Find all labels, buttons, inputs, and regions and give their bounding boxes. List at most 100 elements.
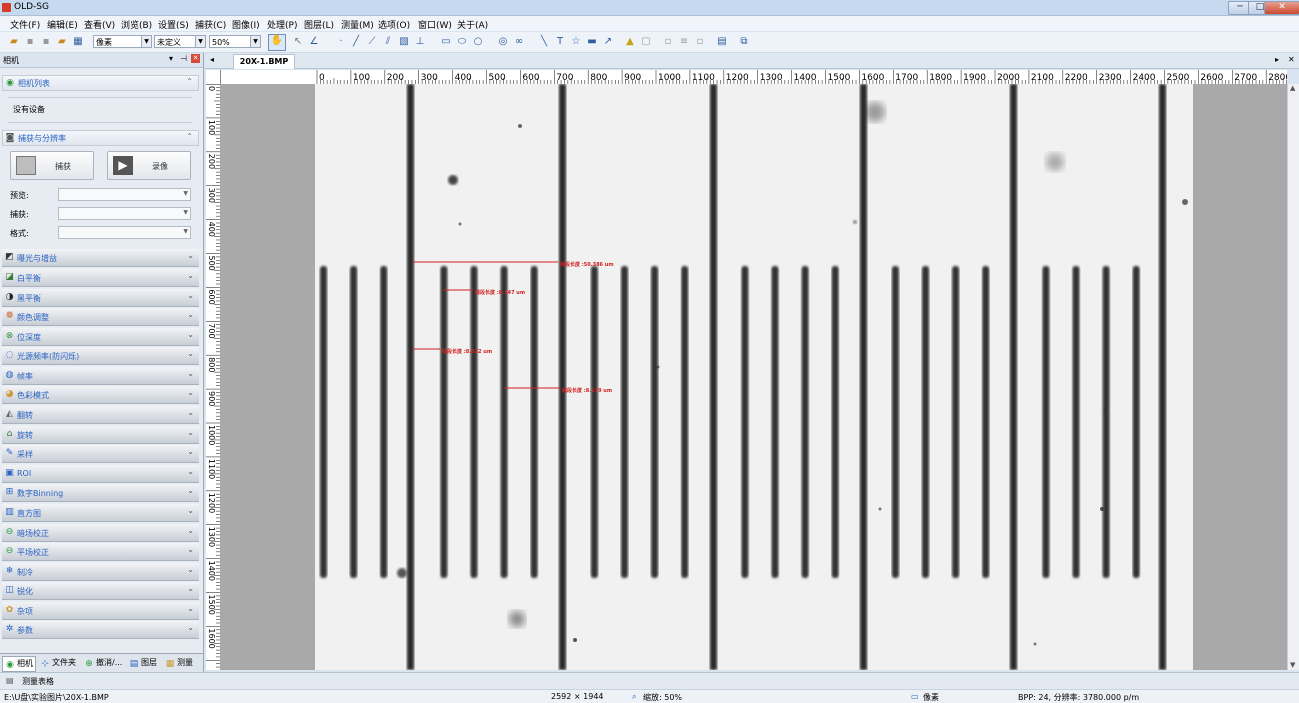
item-flip[interactable]: ◭ 翻转 ⌄: [2, 406, 199, 424]
pin-icon[interactable]: ⊣: [180, 54, 187, 63]
item-white-balance[interactable]: ◪ 白平衡 ⌄: [2, 269, 199, 287]
tab-close-icon[interactable]: ✕: [1288, 55, 1295, 64]
expand-icon[interactable]: ⌄: [187, 271, 194, 280]
menu-edit[interactable]: 编辑(E): [47, 18, 78, 31]
circle-icon[interactable]: ○: [472, 36, 484, 48]
open-folder-icon[interactable]: ▰: [8, 36, 20, 48]
expand-icon[interactable]: ⌄: [187, 623, 194, 632]
menu-process[interactable]: 处理(P): [267, 18, 297, 31]
angle-icon[interactable]: ∠: [308, 36, 320, 48]
line-icon[interactable]: ╱: [350, 36, 362, 48]
expand-icon[interactable]: ⌄: [187, 408, 194, 417]
menu-capture[interactable]: 捕获(C): [195, 18, 226, 31]
expand-icon[interactable]: ⌄: [187, 310, 194, 319]
capture-button[interactable]: 捕获: [10, 151, 94, 180]
menu-about[interactable]: 关于(A): [457, 18, 488, 31]
perpendicular-icon[interactable]: ⊥: [414, 36, 426, 48]
export-icon[interactable]: ▫: [694, 36, 706, 48]
menu-browse[interactable]: 浏览(B): [121, 18, 152, 31]
zoom-select[interactable]: 50% ▼: [209, 35, 261, 48]
save-icon[interactable]: ▪: [24, 36, 36, 48]
tab-undo[interactable]: ⊕ 撤消/...: [84, 656, 122, 670]
document-tab[interactable]: 20X-1.BMP: [233, 54, 295, 69]
item-exposure[interactable]: ◩ 曝光与增益 ⌄: [2, 249, 199, 267]
preview-combo[interactable]: ▼: [58, 188, 191, 201]
close-button[interactable]: ✕: [1264, 1, 1299, 15]
concentric-circle-icon[interactable]: ◎: [497, 36, 509, 48]
label-icon[interactable]: ▲: [624, 36, 636, 48]
item-roi[interactable]: ▣ ROI ⌄: [2, 465, 199, 483]
format-combo[interactable]: ▼: [58, 226, 191, 239]
select-arrow-icon[interactable]: ↖: [292, 36, 304, 48]
item-sampling[interactable]: ✎ 采样 ⌄: [2, 445, 199, 463]
menu-window[interactable]: 窗口(W): [418, 18, 452, 31]
item-rotate[interactable]: ⌂ 旋转 ⌄: [2, 426, 199, 444]
layout-icon[interactable]: ⧉: [738, 36, 750, 48]
micrometer-image[interactable]: 线段长度 :50.386 um 线段长度 :8.147 um 线段长度 :8.0…: [315, 84, 1193, 670]
align-icon[interactable]: ≡: [678, 36, 690, 48]
tab-layer[interactable]: ▤ 图层: [129, 656, 157, 670]
expand-icon[interactable]: ⌄: [187, 506, 194, 515]
arrow-icon[interactable]: ↗: [602, 36, 614, 48]
item-bit-depth[interactable]: ⊗ 位深度 ⌄: [2, 328, 199, 346]
item-digital-binning[interactable]: ⊞ 数字Binning ⌄: [2, 484, 199, 502]
item-parameters[interactable]: ✲ 参数 ⌄: [2, 621, 199, 639]
menu-options[interactable]: 选项(O): [378, 18, 410, 31]
vertical-scrollbar[interactable]: ▲ ▼: [1287, 84, 1299, 670]
item-color-adjust[interactable]: ❁ 颜色调整 ⌄: [2, 308, 199, 326]
capture-resolution-combo[interactable]: ▼: [58, 207, 191, 220]
point-icon[interactable]: ·: [335, 36, 347, 48]
tab-folder[interactable]: ⊹ 文件夹: [40, 656, 76, 670]
rectangle-icon[interactable]: ▭: [440, 36, 452, 48]
parallel-icon[interactable]: ⫽: [382, 36, 394, 48]
hand-icon[interactable]: ✋: [268, 34, 286, 51]
item-dark-field[interactable]: ⊖ 暗场校正 ⌄: [2, 524, 199, 542]
unit-select[interactable]: 像素 ▼: [93, 35, 152, 48]
expand-icon[interactable]: ⌄: [187, 428, 194, 437]
item-misc[interactable]: ✿ 杂项 ⌄: [2, 602, 199, 620]
expand-icon[interactable]: ⌄: [187, 330, 194, 339]
item-flat-field[interactable]: ⊖ 平场校正 ⌄: [2, 543, 199, 561]
item-frame-rate[interactable]: ◍ 帧率 ⌄: [2, 367, 199, 385]
camera-list-header[interactable]: ◉ 相机列表 ⌃: [2, 75, 199, 91]
expand-icon[interactable]: ⌄: [187, 584, 194, 593]
item-histogram[interactable]: ▥ 直方图 ⌄: [2, 504, 199, 522]
tab-scroll-right-icon[interactable]: ▸: [1275, 55, 1279, 64]
expand-icon[interactable]: ⌄: [187, 388, 194, 397]
panel-close-icon[interactable]: ✕: [191, 54, 200, 63]
folder-icon[interactable]: ▰: [56, 36, 68, 48]
save-all-icon[interactable]: ▪: [40, 36, 52, 48]
measure-table-tab[interactable]: 测量表格: [22, 676, 54, 687]
item-light-frequency[interactable]: ◌ 光源频率(防闪烁) ⌄: [2, 347, 199, 365]
expand-icon[interactable]: ⌄: [187, 251, 194, 260]
menu-settings[interactable]: 设置(S): [158, 18, 189, 31]
expand-icon[interactable]: ⌄: [187, 369, 194, 378]
scroll-down-icon[interactable]: ▼: [1290, 661, 1295, 669]
menu-layer[interactable]: 图层(L): [304, 18, 334, 31]
panel-dropdown-icon[interactable]: ▾: [169, 54, 173, 63]
frame-icon[interactable]: ▢: [640, 36, 652, 48]
record-button[interactable]: ▶ 录像: [107, 151, 191, 180]
link-icon[interactable]: ∞: [513, 36, 525, 48]
scroll-up-icon[interactable]: ▲: [1290, 84, 1295, 92]
item-black-balance[interactable]: ◑ 黑平衡 ⌄: [2, 289, 199, 307]
collapse-icon[interactable]: ⌃: [186, 77, 193, 86]
menu-file[interactable]: 文件(F): [10, 18, 40, 31]
item-sharpen[interactable]: ◫ 锐化 ⌄: [2, 582, 199, 600]
tab-camera[interactable]: ◉ 相机: [2, 656, 36, 672]
expand-icon[interactable]: ⌄: [187, 545, 194, 554]
expand-icon[interactable]: ⌄: [187, 604, 194, 613]
expand-icon[interactable]: ⌄: [187, 486, 194, 495]
polyline-icon[interactable]: ⟋: [366, 36, 378, 48]
report-icon[interactable]: ▤: [716, 36, 728, 48]
expand-icon[interactable]: ⌄: [187, 447, 194, 456]
hatch-icon[interactable]: ▧: [398, 36, 410, 48]
expand-icon[interactable]: ⌄: [187, 526, 194, 535]
collapse-icon[interactable]: ⌃: [186, 132, 193, 141]
expand-icon[interactable]: ⌄: [187, 349, 194, 358]
menu-image[interactable]: 图像(I): [232, 18, 260, 31]
star-icon[interactable]: ☆: [570, 36, 582, 48]
scale-bar-icon[interactable]: ▬: [586, 36, 598, 48]
ellipse-icon[interactable]: ⬭: [456, 36, 468, 48]
capture-header[interactable]: ◙ 捕获与分辨率 ⌃: [2, 130, 199, 146]
